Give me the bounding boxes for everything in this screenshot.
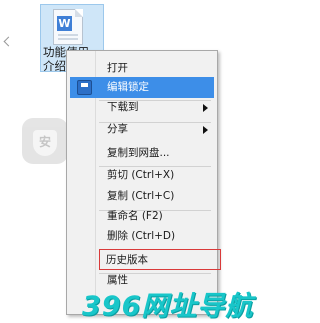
menu-item-delete[interactable]: 删除 (Ctrl+D): [70, 226, 214, 247]
menu-item-label: 历史版本: [106, 254, 148, 266]
menu-item-copy[interactable]: 复制 (Ctrl+C): [70, 186, 214, 207]
submenu-arrow-icon: [203, 104, 208, 112]
scroll-left-arrow-icon: [3, 36, 14, 47]
menu-item-label: 删除 (Ctrl+D): [107, 230, 176, 242]
menu-item-rename[interactable]: 重命名 (F2): [70, 206, 214, 227]
document-badge: W: [57, 16, 72, 31]
menu-item-label: 复制 (Ctrl+C): [107, 190, 175, 202]
wps-document-icon: W: [53, 9, 83, 45]
menu-item-label: 剪切 (Ctrl+X): [107, 169, 175, 181]
menu-item-cut[interactable]: 剪切 (Ctrl+X): [70, 165, 214, 186]
watermark-logo-icon: 安: [22, 118, 68, 164]
menu-item-copy-to-netdisk[interactable]: 复制到网盘...: [70, 143, 214, 164]
menu-item-version-history[interactable]: 历史版本: [99, 249, 221, 270]
site-watermark: 396网址导航: [82, 291, 254, 322]
menu-item-label: 分享: [107, 123, 128, 135]
menu-item-label: 复制到网盘...: [107, 147, 170, 159]
menu-item-label: 重命名 (F2): [107, 210, 163, 222]
lock-document-icon: [77, 80, 92, 95]
context-menu: 打开 编辑锁定 下载到 分享 复制到网盘... 剪切 (Ctrl+X) 复制 (…: [66, 50, 221, 315]
menu-item-open[interactable]: 打开: [70, 58, 214, 79]
menu-item-label: 编辑锁定: [107, 81, 149, 93]
menu-item-share[interactable]: 分享: [70, 119, 214, 140]
menu-item-label: 打开: [107, 62, 128, 74]
menu-item-label: 下载到: [107, 101, 139, 113]
menu-item-download-to[interactable]: 下载到: [70, 97, 214, 118]
menu-item-edit-lock[interactable]: 编辑锁定: [70, 77, 214, 98]
submenu-arrow-icon: [203, 126, 208, 134]
